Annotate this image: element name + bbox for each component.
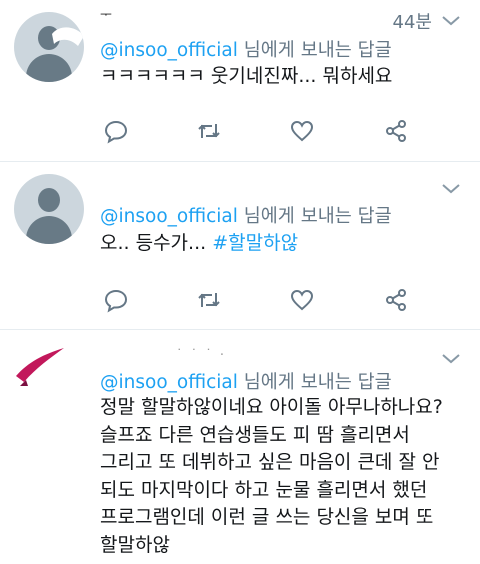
reply-icon[interactable] — [103, 118, 129, 144]
share-icon[interactable] — [383, 118, 409, 144]
tweet-2[interactable]: @insoo_official 님에게 보내는 답글 오.. 등수가... #할… — [0, 162, 480, 328]
tweet-3[interactable]: ˙ ˙ ˙ · @insoo_official 님에게 보내는 답글 정말 할말… — [0, 330, 480, 564]
reply-context: @insoo_official 님에게 보내는 답글 — [100, 202, 392, 228]
like-icon[interactable] — [289, 118, 315, 144]
reply-suffix: 님에게 보내는 답글 — [237, 40, 392, 61]
reply-handle-link[interactable]: @insoo_official — [100, 206, 238, 227]
tweet-line: 프로그램인데 이런 글 쓰는 당신을 보며 또 — [100, 506, 434, 528]
chevron-down-icon[interactable] — [440, 352, 462, 366]
default-avatar[interactable] — [14, 174, 84, 244]
retweet-icon[interactable] — [196, 287, 222, 313]
tweet-line: 정말 할말하않이네요 아이돌 아무나하나요? — [100, 396, 443, 418]
hashtag-link[interactable]: #할말하않 — [212, 232, 298, 254]
tweet-1[interactable]: ᅮ 44분 @insoo_official 님에게 보내는 답글 ㅋㅋㅋㅋㅋㅋ … — [0, 0, 480, 160]
reply-handle-link[interactable]: @insoo_official — [100, 372, 238, 393]
reply-suffix: 님에게 보내는 답글 — [237, 206, 392, 227]
tweet-text: 오.. 등수가... #할말하않 — [100, 230, 298, 257]
reply-handle-link[interactable]: @insoo_official — [100, 40, 238, 61]
like-icon[interactable] — [289, 287, 315, 313]
share-icon[interactable] — [383, 287, 409, 313]
tweet-text: ㅋㅋㅋㅋㅋㅋ 웃기네진짜... 뭐하세요 — [100, 65, 393, 87]
retweet-icon[interactable] — [196, 118, 222, 144]
default-avatar[interactable] — [14, 12, 84, 82]
chevron-down-icon[interactable] — [440, 14, 462, 28]
tweet-text: 정말 할말하않이네요 아이돌 아무나하나요? 슬프죠 다른 연습생들도 피 땀 … — [100, 394, 443, 559]
reply-context: @insoo_official 님에게 보내는 답글 — [100, 368, 392, 394]
reply-context: @insoo_official 님에게 보내는 답글 — [100, 36, 392, 62]
reply-suffix: 님에게 보내는 답글 — [237, 372, 392, 393]
display-name[interactable]: ᅮ — [100, 4, 114, 23]
reply-icon[interactable] — [103, 287, 129, 313]
tweet-actions — [0, 118, 480, 144]
tweet-actions — [0, 287, 480, 313]
chevron-down-icon[interactable] — [440, 182, 462, 196]
display-name[interactable]: ˙ ˙ ˙ · — [176, 348, 226, 363]
tweet-line: 슬프죠 다른 연습생들도 피 땀 흘리면서 — [100, 423, 410, 446]
tweet-line: 그리고 또 데뷔하고 싶은 마음이 큰데 잘 안 — [100, 451, 440, 473]
tweet-line: 할말하않 — [100, 533, 170, 556]
timestamp[interactable]: 44분 — [393, 8, 432, 34]
tweet-text-plain: 오.. 등수가... — [100, 232, 213, 254]
tweet-line: 되도 마지막이다 하고 눈물 흘리면서 했던 — [100, 478, 428, 501]
scribble-mark — [52, 27, 84, 46]
user-avatar[interactable] — [14, 342, 84, 402]
